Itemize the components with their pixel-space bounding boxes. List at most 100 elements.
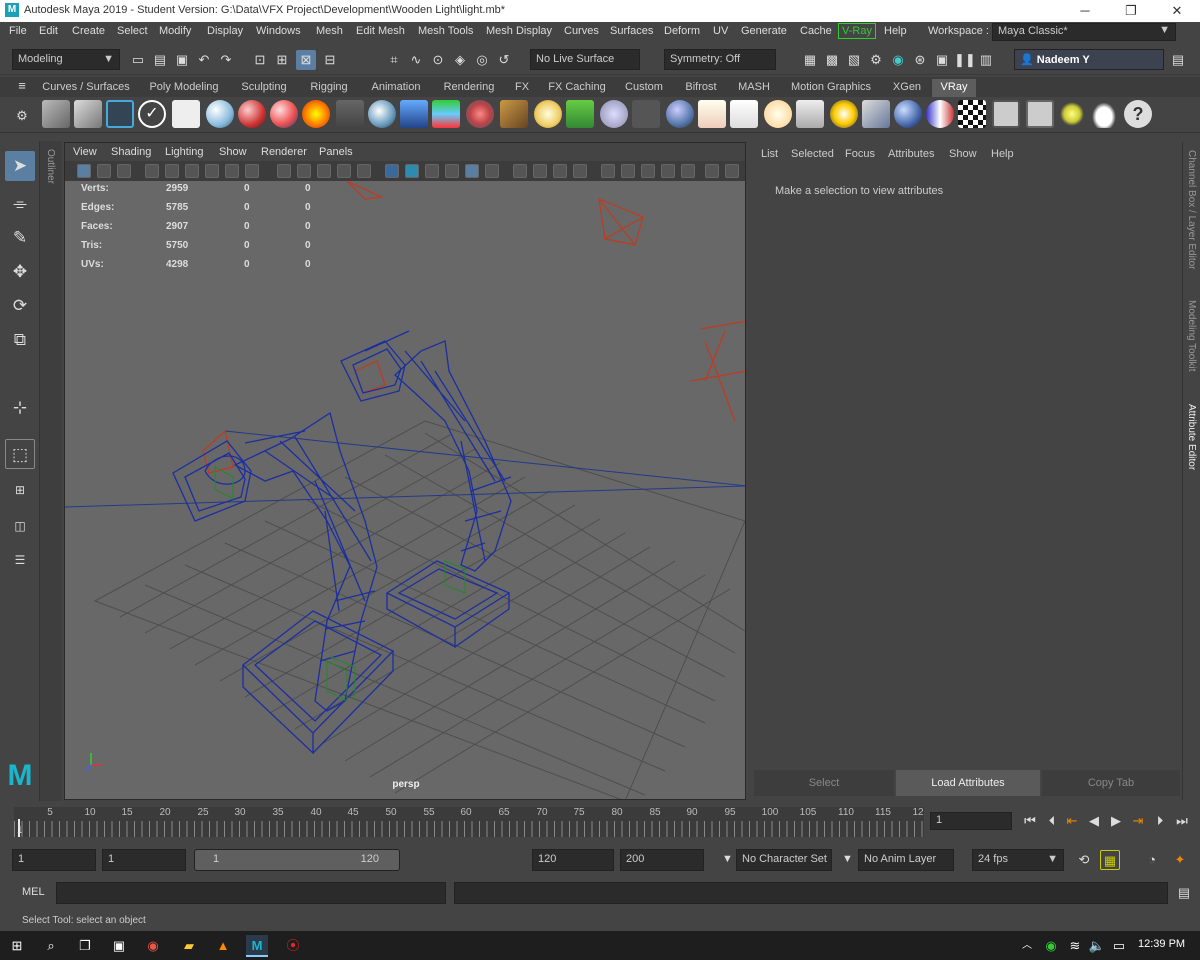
ae-copy-tab-button[interactable]: Copy Tab (1042, 770, 1180, 796)
vp-menu-shading[interactable]: Shading (111, 146, 151, 158)
depth-of-field-icon[interactable] (573, 164, 587, 178)
vray-sun-icon[interactable] (830, 100, 858, 128)
open-scene-icon[interactable]: ▤ (150, 50, 170, 70)
tab-rendering[interactable]: Rendering (436, 79, 502, 97)
motion-blur-icon[interactable] (533, 164, 547, 178)
wireframe-on-shaded-icon[interactable] (425, 164, 439, 178)
play-forward-icon[interactable]: ▶ (1106, 811, 1126, 831)
area-light-gizmos[interactable] (202, 181, 746, 474)
tab-animation[interactable]: Animation (364, 79, 428, 97)
camera-select-icon[interactable] (77, 164, 91, 178)
menu-create[interactable]: Create (72, 25, 105, 37)
ae-menu-help[interactable]: Help (991, 148, 1014, 160)
vray-curves-icon[interactable] (632, 100, 660, 128)
vp-menu-panels[interactable]: Panels (319, 146, 353, 158)
menu-set-dropdown[interactable]: Modeling ▼ (12, 49, 120, 70)
vlc-icon[interactable]: ▲ (212, 935, 234, 957)
tab-sculpting[interactable]: Sculpting (234, 79, 294, 97)
vray-ipr-shelf-icon[interactable] (74, 100, 102, 128)
play-backward-icon[interactable]: ◀ (1084, 811, 1104, 831)
vp-menu-show[interactable]: Show (219, 146, 247, 158)
anti-aliasing-icon[interactable] (553, 164, 567, 178)
vray-settings-icon[interactable]: ▥ (976, 50, 996, 70)
step-back-frame-icon[interactable]: ⇤ (1062, 811, 1082, 831)
range-bar[interactable]: 1 120 (194, 849, 400, 871)
selection-mask-icon[interactable]: ⊟ (320, 50, 340, 70)
select-tool-icon[interactable]: ➤ (5, 151, 35, 181)
tab-channel-box[interactable]: Channel Box / Layer Editor (1186, 150, 1197, 270)
vray-toon-icon[interactable] (926, 100, 954, 128)
animation-prefs-icon[interactable]: ✦ (1170, 850, 1190, 870)
menu-display[interactable]: Display (207, 25, 243, 37)
tab-custom[interactable]: Custom (618, 79, 670, 97)
command-input[interactable] (56, 882, 446, 904)
volume-icon[interactable]: 🔈 (1086, 935, 1108, 957)
bookmark-views-icon[interactable] (205, 164, 219, 178)
vray-scatter-icon[interactable] (600, 100, 628, 128)
mel-label[interactable]: MEL (22, 886, 45, 898)
save-scene-icon[interactable]: ▣ (172, 50, 192, 70)
menu-help[interactable]: Help (884, 25, 907, 37)
ae-menu-list[interactable]: List (761, 148, 778, 160)
fps-dropdown[interactable]: 24 fps ▼ (972, 849, 1064, 871)
tab-fx-caching[interactable]: FX Caching (542, 79, 612, 97)
field-chart-icon[interactable] (317, 164, 331, 178)
vray-dome-light-icon[interactable] (534, 100, 562, 128)
file-explorer-icon[interactable]: ▰ (178, 935, 200, 957)
tab-motion-graphics[interactable]: Motion Graphics (782, 79, 880, 97)
undo-icon[interactable]: ↶ (194, 50, 214, 70)
pause-icon[interactable]: ❚❚ (954, 50, 976, 70)
ae-menu-focus[interactable]: Focus (845, 148, 875, 160)
hypershade-icon[interactable]: ◉ (888, 50, 908, 70)
resolution-gate-icon[interactable] (277, 164, 291, 178)
menu-uv[interactable]: UV (713, 25, 728, 37)
vray-frame-buffer-icon[interactable] (106, 100, 134, 128)
antivirus-icon[interactable]: ◉ (1040, 935, 1062, 957)
minimize-button[interactable]: ─ (1062, 0, 1108, 22)
outliner-strip[interactable]: Outliner (40, 141, 62, 801)
menu-edit[interactable]: Edit (39, 25, 58, 37)
user-account-button[interactable]: 👤 Nadeem Y (1014, 49, 1164, 70)
vray-2sided-mtl-icon[interactable] (270, 100, 298, 128)
menu-mesh-tools[interactable]: Mesh Tools (418, 25, 473, 37)
two-view-layout-icon[interactable]: ◫ (5, 511, 35, 541)
loop-icon[interactable]: ⟲ (1074, 850, 1094, 870)
ae-menu-show[interactable]: Show (949, 148, 977, 160)
vray-bitmap-icon[interactable] (500, 100, 528, 128)
key-mode-icon[interactable]: ▦ (1100, 850, 1120, 870)
maya-taskbar-icon[interactable]: M (246, 935, 268, 957)
shadows-icon[interactable] (485, 164, 499, 178)
viewport-panel[interactable]: View Shading Lighting Show Renderer Pane… (64, 142, 746, 800)
lamp-model-back[interactable] (340, 330, 512, 649)
scene-canvas[interactable] (65, 181, 746, 800)
vray-mesh-light-icon[interactable] (466, 100, 494, 128)
screen-space-ao-icon[interactable] (513, 164, 527, 178)
film-gate-icon[interactable] (245, 164, 259, 178)
xray-icon[interactable] (621, 164, 635, 178)
bookmark-icon[interactable] (117, 164, 131, 178)
vray-lister-icon[interactable] (1026, 100, 1054, 128)
select-component-icon[interactable]: ⊠ (296, 50, 316, 70)
snap-view-icon[interactable]: ◈ (450, 50, 470, 70)
step-forward-frame-icon[interactable]: ⇥ (1128, 811, 1148, 831)
tab-modeling-toolkit[interactable]: Modeling Toolkit (1186, 300, 1197, 372)
tab-bifrost[interactable]: Bifrost (676, 79, 726, 97)
go-to-start-icon[interactable]: ⏮ (1020, 811, 1040, 831)
vray-render-icon[interactable]: ⊛ (910, 50, 930, 70)
vp-menu-renderer[interactable]: Renderer (261, 146, 307, 158)
grease-pencil-icon[interactable] (185, 164, 199, 178)
wifi-icon[interactable]: ≋ (1064, 935, 1086, 957)
menu-vray[interactable]: V-Ray (838, 23, 876, 39)
vray-fur-icon[interactable] (566, 100, 594, 128)
vray-checker-icon[interactable] (958, 100, 986, 128)
auto-key-icon[interactable]: ◔ (1142, 850, 1162, 870)
snap-point-icon[interactable]: ⊙ (428, 50, 448, 70)
sidebar-toggle-icon[interactable]: ▤ (1168, 50, 1188, 70)
tab-fx[interactable]: FX (508, 79, 536, 97)
vray-material-icon[interactable] (206, 100, 234, 128)
image-plane-icon[interactable] (145, 164, 159, 178)
camera-attr-icon[interactable] (97, 164, 111, 178)
vray-sphere-icon[interactable] (368, 100, 396, 128)
select-hierarchy-icon[interactable]: ⊡ (250, 50, 270, 70)
new-scene-icon[interactable]: ▭ (128, 50, 148, 70)
